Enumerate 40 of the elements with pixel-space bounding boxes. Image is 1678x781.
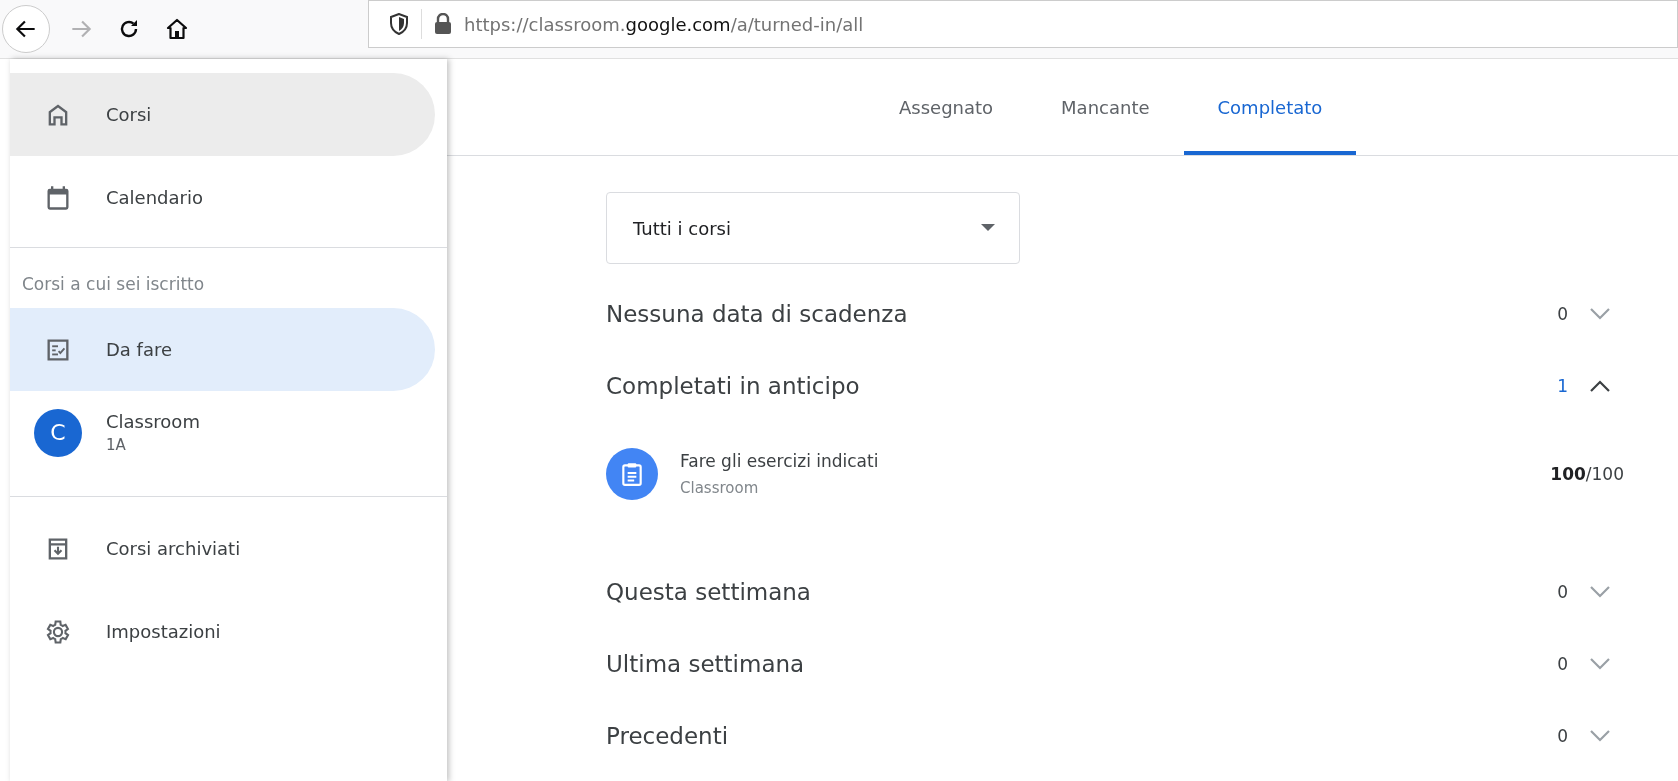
course-avatar: C — [34, 408, 82, 457]
tab[interactable]: Completato — [1183, 59, 1357, 155]
address-bar[interactable]: https://classroom.google.com/a/turned-in/all — [368, 0, 1678, 48]
sidebar-item[interactable]: Impostazioni — [10, 590, 435, 673]
lock-icon — [434, 13, 452, 35]
sidebar-item[interactable]: Da fare — [10, 308, 435, 391]
item-count: 0 — [1556, 726, 1568, 746]
section-title: Questa settimana — [606, 579, 812, 605]
tab[interactable]: Mancante — [1027, 59, 1184, 155]
assignment-course: Classroom — [680, 479, 760, 497]
course-name: Classroom — [106, 411, 200, 432]
chevron-icon — [1589, 657, 1611, 671]
assignment-score: 100/100 — [1550, 464, 1624, 484]
section-title: Ultima settimana — [606, 651, 806, 677]
url-text: https://classroom.google.com/a/turned-in/all — [464, 13, 864, 35]
course-section: 1A — [106, 436, 200, 454]
section-title: Nessuna data di scadenza — [606, 301, 909, 327]
back-button[interactable] — [2, 5, 50, 53]
chevron-icon — [1589, 307, 1611, 321]
settings-icon — [44, 617, 72, 646]
chevron-icon — [1589, 729, 1611, 743]
assignment-icon — [606, 448, 658, 500]
sidebar-item[interactable]: Corsi — [10, 73, 435, 156]
section-label: Corsi a cui sei iscritto — [21, 273, 206, 296]
course-dropdown[interactable]: Tutti i corsi — [606, 192, 1020, 264]
tab[interactable]: Assegnato — [865, 59, 1028, 155]
home-icon — [165, 17, 189, 41]
section-title: Precedenti — [606, 723, 730, 749]
item-count: 0 — [1556, 654, 1568, 674]
sidebar-item[interactable]: Calendario — [10, 156, 435, 239]
assignment-title[interactable]: Fare gli esercizi indicati — [680, 451, 1529, 471]
item-count: 1 — [1556, 376, 1568, 396]
section-title: Completati in anticipo — [606, 373, 861, 399]
dropdown-caret-icon — [981, 224, 995, 232]
sidebar-item[interactable]: Corsi archiviati — [10, 507, 435, 590]
item-count: 0 — [1556, 582, 1568, 602]
shield-icon — [389, 13, 409, 35]
item-count: 0 — [1556, 304, 1568, 324]
chevron-icon — [1589, 585, 1611, 599]
chevron-icon — [1589, 379, 1611, 393]
